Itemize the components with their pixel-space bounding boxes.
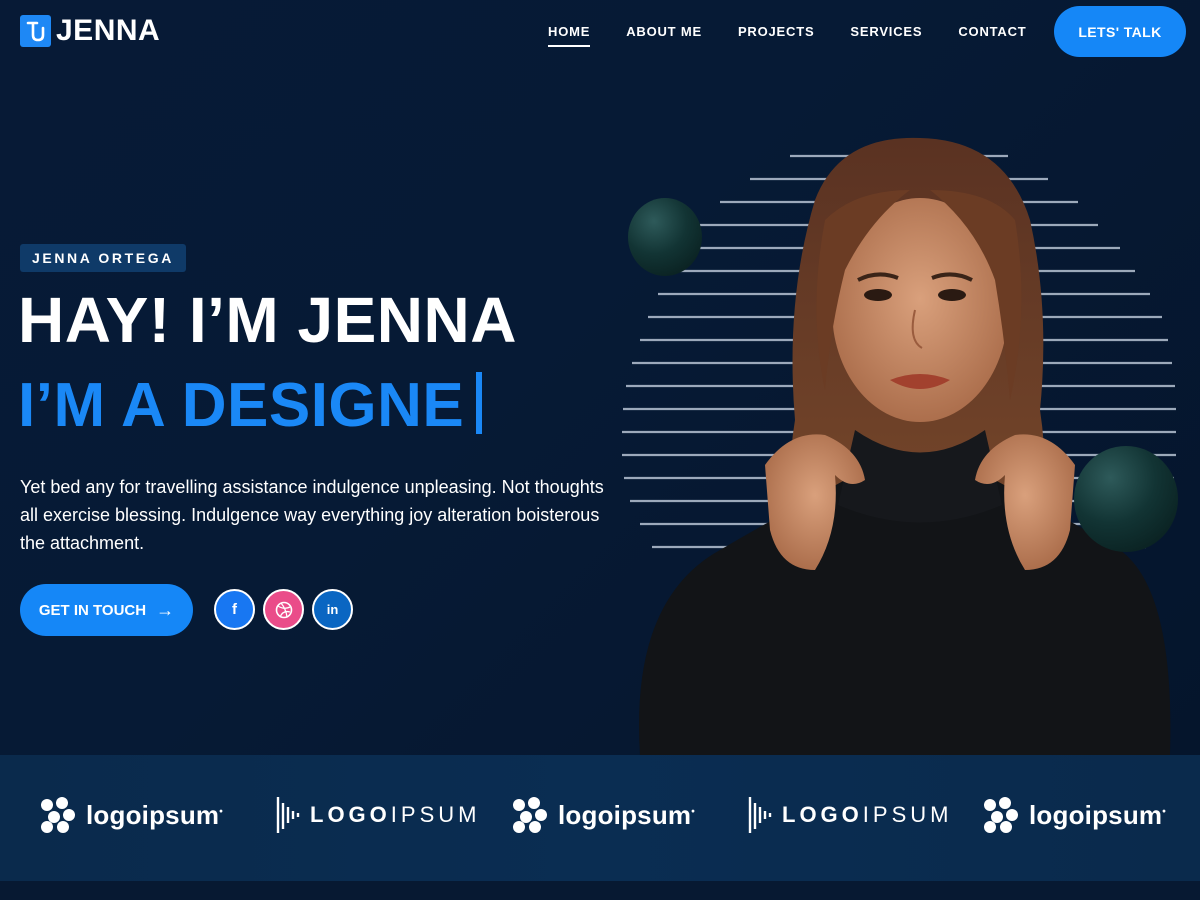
name-tag: JENNA ORTEGA: [20, 244, 186, 272]
client-logo-2: LOGOIPSUM: [276, 793, 480, 837]
brand-name: JENNA: [56, 14, 161, 47]
site-header: JENNA HOME ABOUT ME PROJECTS SERVICES CO…: [0, 0, 1200, 62]
logoipsum-blob-icon: [984, 797, 1018, 833]
dribbble-icon[interactable]: [263, 589, 304, 630]
client-logo-4: LOGOIPSUM: [748, 793, 952, 837]
logoipsum-blob-icon: [513, 797, 547, 833]
next-section-edge: [0, 881, 1200, 900]
client-logo-5-text: logoipsum: [1029, 799, 1163, 830]
client-logos-band: logoipsum • LOGOIPSUM logoipsum • LOGOIPSU…: [0, 755, 1200, 881]
brand-mark-icon: [20, 15, 51, 47]
hero-portrait: [610, 130, 1200, 755]
brand-logo[interactable]: JENNA: [20, 14, 160, 48]
get-in-touch-button[interactable]: GET IN TOUCH →: [20, 584, 193, 636]
get-in-touch-label: GET IN TOUCH: [38, 601, 147, 619]
nav-services[interactable]: SERVICES: [850, 24, 922, 47]
nav-contact[interactable]: CONTACT: [958, 24, 1026, 47]
hero-subline: I’M A DESIGNE: [18, 368, 483, 444]
social-links: f in: [214, 589, 361, 630]
hero-description: Yet bed any for travelling assistance in…: [20, 477, 604, 553]
lets-talk-button[interactable]: LETS' TALK: [1054, 6, 1186, 57]
nav-about-me[interactable]: ABOUT ME: [626, 24, 702, 47]
hero-headline: HAY! I’M JENNA: [18, 284, 517, 356]
decorative-orb-bottom: [1074, 446, 1178, 552]
client-logo-2-text: LOGOIPSUM: [310, 802, 481, 827]
main-nav: HOME ABOUT ME PROJECTS SERVICES CONTACT: [548, 24, 1063, 47]
typed-text: I’M A DESIGNE: [18, 371, 465, 440]
nav-projects[interactable]: PROJECTS: [738, 24, 814, 47]
client-logo-5: logoipsum •: [981, 793, 1166, 837]
logoipsum-bars-icon: [748, 797, 772, 833]
logoipsum-blob-icon: [41, 797, 75, 833]
client-logo-3: logoipsum •: [510, 793, 695, 837]
client-logo-4-text: LOGOIPSUM: [782, 802, 953, 827]
client-logo-1-text: logoipsum: [86, 799, 220, 830]
client-logo-3-text: logoipsum: [558, 799, 692, 830]
linkedin-icon[interactable]: in: [312, 589, 353, 630]
decorative-orb-top: [628, 198, 702, 276]
client-logo-1: logoipsum •: [38, 793, 223, 837]
facebook-icon[interactable]: f: [214, 589, 255, 630]
logoipsum-bars-icon: [276, 797, 300, 833]
nav-home[interactable]: HOME: [548, 24, 591, 47]
arrow-right-icon: →: [156, 599, 175, 620]
typing-caret: [476, 372, 483, 434]
